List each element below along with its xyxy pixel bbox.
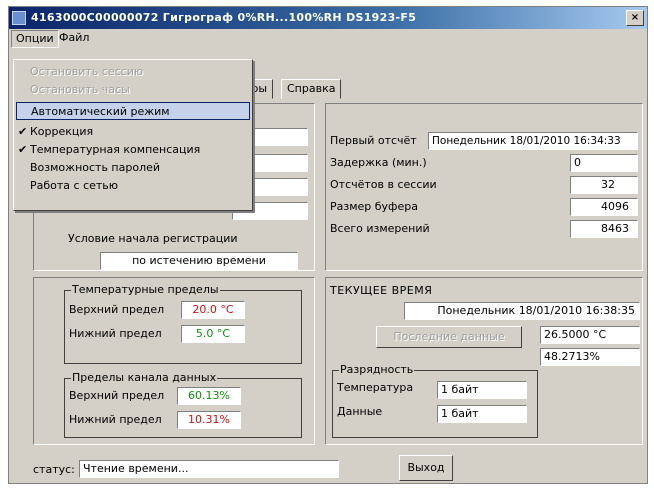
menu-item-correction[interactable]: ✔ Коррекция bbox=[16, 123, 250, 141]
menu-bar: Опции Файл bbox=[9, 29, 647, 48]
readings-field[interactable]: 32 bbox=[570, 176, 638, 194]
data-lower-label: Нижний предел bbox=[69, 413, 162, 426]
temp-limits-group: Температурные пределы Верхний предел 20.… bbox=[64, 284, 302, 364]
data-limits-group: Пределы канала данных Верхний предел 60.… bbox=[64, 372, 302, 438]
window-title: 4163000C00000072 Гигрограф 0%RH...100%RH… bbox=[31, 11, 417, 24]
checkmark-icon: ✔ bbox=[18, 125, 28, 138]
status-label: статус: bbox=[33, 463, 75, 476]
app-icon bbox=[12, 11, 26, 25]
total-field[interactable]: 8463 bbox=[570, 220, 638, 238]
current-time-title: ТЕКУЩЕЕ ВРЕМЯ bbox=[330, 284, 433, 297]
checkmark-icon: ✔ bbox=[18, 143, 28, 156]
data-lower-field[interactable]: 10.31% bbox=[177, 411, 241, 429]
resolution-data-label: Данные bbox=[337, 405, 383, 418]
current-datetime-field: Понедельник 18/01/2010 16:38:35 bbox=[404, 302, 640, 320]
resolution-temp-field[interactable]: 1 байт bbox=[437, 381, 527, 399]
menu-item-stop-clock[interactable]: Остановить часы bbox=[16, 81, 250, 99]
resolution-group: Разрядность Температура 1 байт Данные 1 … bbox=[332, 364, 538, 438]
start-condition-label: Условие начала регистрации bbox=[68, 232, 238, 245]
options-dropdown-menu: Остановить сессию Остановить часы Автома… bbox=[13, 59, 253, 211]
resolution-data-field[interactable]: 1 байт bbox=[437, 405, 527, 423]
menu-item-label: Возможность паролей bbox=[30, 161, 161, 174]
menu-item-network[interactable]: Работа с сетью bbox=[16, 177, 250, 195]
buffer-field[interactable]: 4096 bbox=[570, 198, 638, 216]
data-limits-title: Пределы канала данных bbox=[71, 371, 218, 384]
menu-item-label: Автоматический режим bbox=[31, 105, 170, 118]
menu-item-label: Остановить сессию bbox=[30, 65, 144, 78]
buffer-label: Размер буфера bbox=[330, 200, 418, 213]
menu-item-label: Температурная компенсация bbox=[30, 143, 201, 156]
resolution-temp-label: Температура bbox=[337, 381, 414, 394]
temp-upper-label: Верхний предел bbox=[69, 303, 165, 316]
menu-item-stop-session[interactable]: Остановить сессию bbox=[16, 63, 250, 81]
exit-button[interactable]: Выход bbox=[399, 455, 453, 481]
readings-label: Отсчётов в сессии bbox=[330, 178, 437, 191]
tab-help[interactable]: Справка bbox=[281, 79, 342, 99]
start-condition-field[interactable]: по истечению времени bbox=[100, 252, 298, 270]
delay-label: Задержка (мин.) bbox=[330, 156, 427, 169]
temp-upper-field[interactable]: 20.0 °C bbox=[181, 301, 245, 319]
menu-item-label: Остановить часы bbox=[30, 83, 130, 96]
delay-field[interactable]: 0 bbox=[570, 154, 638, 172]
menu-file[interactable]: Файл bbox=[55, 30, 93, 46]
menu-item-temp-compensation[interactable]: ✔ Температурная компенсация bbox=[16, 141, 250, 159]
current-time-panel: ТЕКУЩЕЕ ВРЕМЯ Понедельник 18/01/2010 16:… bbox=[325, 277, 643, 445]
total-label: Всего измерений bbox=[330, 222, 430, 235]
menu-item-label: Работа с сетью bbox=[30, 179, 119, 192]
menu-item-passwords[interactable]: Возможность паролей bbox=[16, 159, 250, 177]
humidity-reading-field: 48.2713% bbox=[540, 348, 640, 366]
last-data-button[interactable]: Последние данные bbox=[376, 326, 522, 348]
temperature-reading-field: 26.5000 °C bbox=[540, 326, 640, 344]
temp-limits-title: Температурные пределы bbox=[71, 283, 220, 296]
data-upper-label: Верхний предел bbox=[69, 389, 165, 402]
menu-options[interactable]: Опции bbox=[11, 30, 59, 48]
report-panel: Первый отсчёт Понедельник 18/01/2010 16:… bbox=[325, 103, 643, 271]
close-button[interactable]: × bbox=[626, 10, 644, 26]
status-field: Чтение времени... bbox=[79, 460, 339, 478]
menu-item-auto-mode[interactable]: Автоматический режим bbox=[16, 102, 250, 120]
temp-lower-label: Нижний предел bbox=[69, 327, 162, 340]
limits-panel: Температурные пределы Верхний предел 20.… bbox=[33, 277, 315, 445]
temp-lower-field[interactable]: 5.0 °C bbox=[181, 325, 245, 343]
menu-item-label: Коррекция bbox=[30, 125, 94, 138]
first-report-field[interactable]: Понедельник 18/01/2010 16:34:33 bbox=[428, 132, 638, 150]
title-bar[interactable]: 4163000C00000072 Гигрограф 0%RH...100%RH… bbox=[9, 7, 647, 29]
main-window: 4163000C00000072 Гигрограф 0%RH...100%RH… bbox=[8, 6, 648, 484]
first-report-label: Первый отсчёт bbox=[330, 134, 417, 147]
data-upper-field[interactable]: 60.13% bbox=[177, 387, 241, 405]
resolution-title: Разрядность bbox=[339, 363, 415, 376]
